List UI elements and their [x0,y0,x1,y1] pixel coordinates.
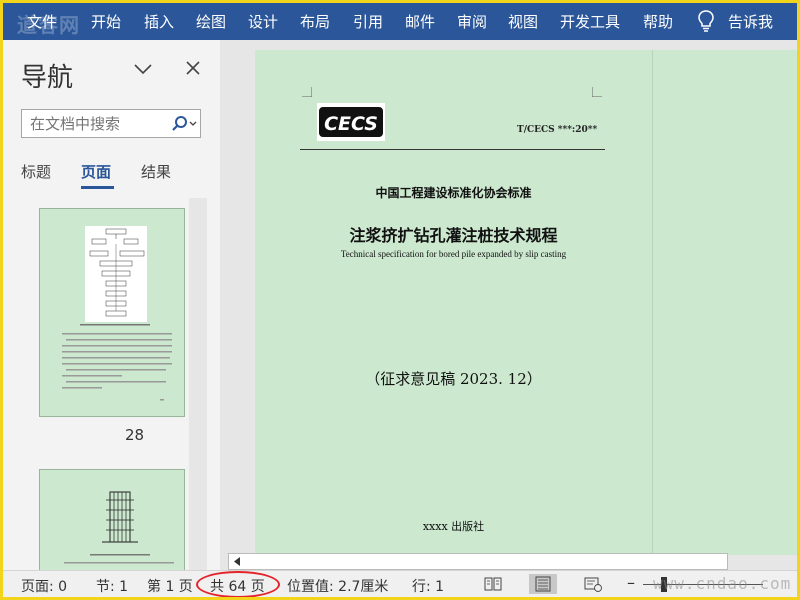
publisher-name: xxxx 出版社 [422,520,485,533]
word-window: 道客网 文件 开始 插入 绘图 设计 布局 引用 邮件 审阅 视图 开发工具 帮… [3,3,797,597]
thumbnail-drawing-preview [64,491,174,564]
menu-layout[interactable]: 布局 [300,11,330,32]
tab-headings[interactable]: 标题 [21,161,51,182]
document-area: CECS T/CECS ***:20** 中国工程建设标准化协会标准 注浆挤扩钻… [220,40,797,570]
document-search [21,109,201,138]
thumbnail-scrollbar[interactable] [189,198,207,570]
status-section[interactable]: 节: 1 [96,576,128,596]
menu-draw[interactable]: 绘图 [196,11,226,32]
crop-mark-icon [592,87,602,97]
web-layout-icon[interactable] [579,574,607,594]
zoom-out-button[interactable]: – [627,573,635,592]
ribbon-menu-bar: 道客网 文件 开始 插入 绘图 设计 布局 引用 邮件 审阅 视图 开发工具 帮… [3,3,797,40]
page-thumbnails: 28 [21,198,207,570]
status-line[interactable]: 行: 1 [412,576,444,596]
draft-note: （征求意见稿 2023. 12） [365,370,542,388]
read-mode-icon[interactable] [479,574,507,594]
status-position[interactable]: 位置值: 2.7厘米 [287,576,388,596]
watermark-site: www.cndao.com [653,574,792,593]
cecs-logo: CECS [317,103,385,141]
menu-help[interactable]: 帮助 [643,11,673,32]
association-name: 中国工程建设标准化协会标准 [375,186,532,200]
menu-references[interactable]: 引用 [353,11,383,32]
navigation-title: 导航 [21,63,74,93]
tell-me-search[interactable]: 告诉我 [728,11,773,32]
document-title: 注浆挤扩钻孔灌注桩技术规程 [349,226,558,245]
page-thumbnail[interactable] [39,208,185,417]
standard-number: T/CECS ***:20** [517,125,598,135]
document-page[interactable]: CECS T/CECS ***:20** 中国工程建设标准化协会标准 注浆挤扩钻… [255,50,652,555]
thumbnail-page-number: 28 [125,426,145,444]
status-page-of[interactable]: 第 1 页 [147,576,193,596]
header-rule [300,149,605,150]
menu-review[interactable]: 审阅 [457,11,487,32]
menu-design[interactable]: 设计 [248,11,278,32]
search-icon[interactable] [167,114,199,134]
status-page[interactable]: 页面: 0 [21,576,67,596]
active-tab-indicator [81,186,114,189]
menu-mailings[interactable]: 邮件 [405,11,435,32]
search-input[interactable] [22,110,162,137]
page-thumbnail[interactable] [39,469,185,570]
status-bar: 页面: 0 节: 1 第 1 页 共 64 页 位置值: 2.7厘米 行: 1 [3,570,797,597]
tab-pages[interactable]: 页面 [81,161,111,182]
chevron-down-icon[interactable] [133,62,153,76]
crop-mark-icon [302,87,312,97]
menu-insert[interactable]: 插入 [144,11,174,32]
menu-file[interactable]: 文件 [27,11,57,32]
svg-text:CECS: CECS [324,113,378,135]
tab-results[interactable]: 结果 [141,161,171,182]
navigation-pane: 导航 标题 页面 结果 [3,40,220,570]
menu-view[interactable]: 视图 [508,11,538,32]
print-layout-icon[interactable] [529,574,557,594]
next-document-page[interactable] [652,50,797,555]
thumbnail-flowchart-preview [62,226,172,401]
document-english-title: Technical specification for bored pile e… [340,249,567,259]
close-icon[interactable] [183,58,203,78]
scroll-left-icon[interactable] [229,554,246,569]
highlight-annotation [196,571,280,597]
menu-developer[interactable]: 开发工具 [560,11,620,32]
horizontal-scrollbar[interactable] [228,553,728,570]
menu-home[interactable]: 开始 [91,11,121,32]
lightbulb-icon[interactable] [697,10,715,32]
